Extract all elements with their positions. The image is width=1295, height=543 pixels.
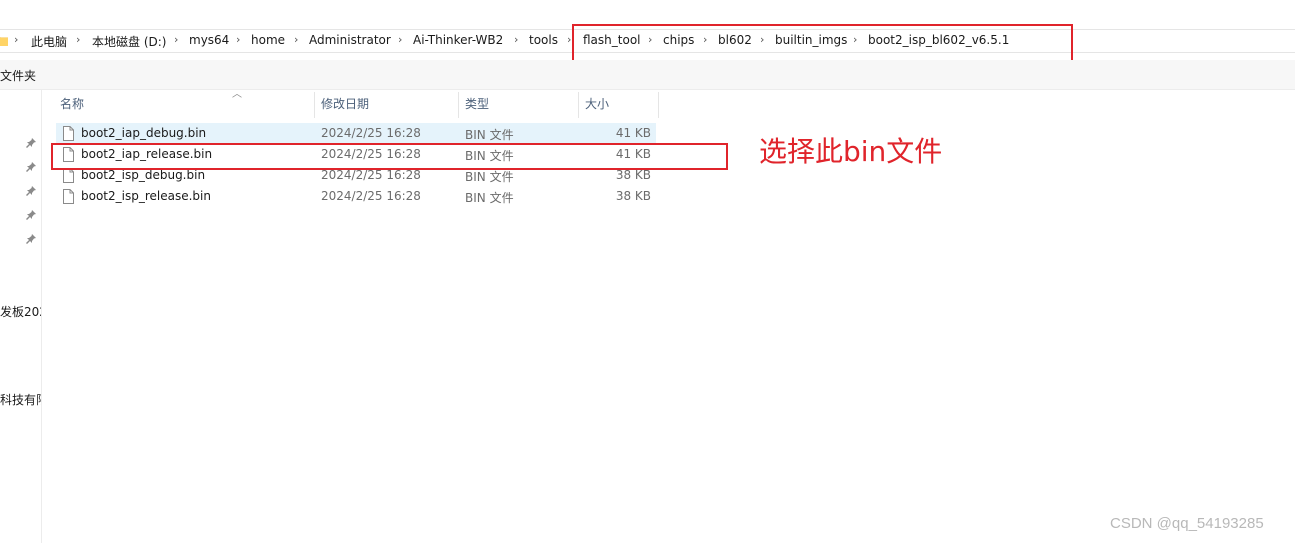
pin-icon[interactable]	[25, 209, 37, 221]
breadcrumb-item-mys64[interactable]: mys64	[189, 33, 229, 47]
column-header-name[interactable]: 名称	[54, 92, 315, 118]
file-type: BIN 文件	[465, 191, 514, 205]
file-name: boot2_isp_release.bin	[81, 189, 211, 203]
breadcrumb-chevron-icon: ›	[236, 33, 241, 46]
breadcrumb-chevron-icon: ›	[567, 33, 572, 46]
file-size: 41 KB	[615, 126, 651, 140]
file-row[interactable]: boot2_iap_debug.bin 2024/2/25 16:28 BIN …	[56, 123, 656, 144]
file-size: 38 KB	[615, 168, 651, 182]
file-type: BIN 文件	[465, 128, 514, 142]
nav-item-truncated[interactable]: 发板202	[0, 303, 41, 320]
breadcrumb-chevron-icon: ›	[76, 33, 81, 46]
breadcrumb-item-this-pc[interactable]: 此电脑	[31, 33, 67, 50]
file-icon	[63, 126, 74, 141]
file-type: BIN 文件	[465, 170, 514, 184]
file-row[interactable]: boot2_isp_release.bin 2024/2/25 16:28 BI…	[56, 186, 656, 207]
breadcrumb-chevron-icon: ›	[294, 33, 299, 46]
file-size: 38 KB	[615, 189, 651, 203]
watermark: CSDN @qq_54193285	[1110, 515, 1264, 532]
file-icon	[63, 168, 74, 183]
column-header-date[interactable]: 修改日期	[315, 92, 459, 118]
pin-icon[interactable]	[25, 137, 37, 149]
pin-icon[interactable]	[25, 185, 37, 197]
file-name: boot2_isp_debug.bin	[81, 168, 206, 182]
breadcrumb-item-ai-thinker-wb2[interactable]: Ai-Thinker-WB2	[413, 33, 503, 47]
file-highlight-box	[51, 143, 728, 170]
breadcrumb-item-administrator[interactable]: Administrator	[309, 33, 391, 47]
breadcrumb-chevron-icon: ›	[398, 33, 403, 46]
breadcrumb-chevron-icon: ›	[514, 33, 519, 46]
column-header-type[interactable]: 类型	[459, 92, 579, 118]
column-header-row: ︿ 名称 修改日期 类型 大小	[54, 89, 659, 118]
file-date: 2024/2/25 16:28	[321, 168, 421, 182]
breadcrumb-chevron-icon: ›	[174, 33, 179, 46]
nav-item-truncated[interactable]: 科技有限	[0, 391, 41, 408]
file-icon	[63, 189, 74, 204]
annotation-text: 选择此bin文件	[759, 135, 943, 168]
pin-icon[interactable]	[25, 161, 37, 173]
breadcrumb-item-local-disk[interactable]: 本地磁盘 (D:)	[92, 33, 166, 50]
breadcrumb-chevron-icon: ›	[14, 33, 19, 46]
pin-icon[interactable]	[25, 233, 37, 245]
breadcrumb-item-home[interactable]: home	[251, 33, 285, 47]
file-date: 2024/2/25 16:28	[321, 126, 421, 140]
column-header-size[interactable]: 大小	[579, 92, 659, 118]
file-name: boot2_iap_debug.bin	[81, 126, 207, 140]
new-folder-label[interactable]: 文件夹	[0, 67, 36, 84]
navigation-pane: 发板202 科技有限	[0, 90, 42, 543]
ribbon-bar: 文件夹	[0, 60, 1295, 90]
breadcrumb-item-tools[interactable]: tools	[529, 33, 558, 47]
folder-icon	[0, 37, 8, 46]
file-date: 2024/2/25 16:28	[321, 189, 421, 203]
